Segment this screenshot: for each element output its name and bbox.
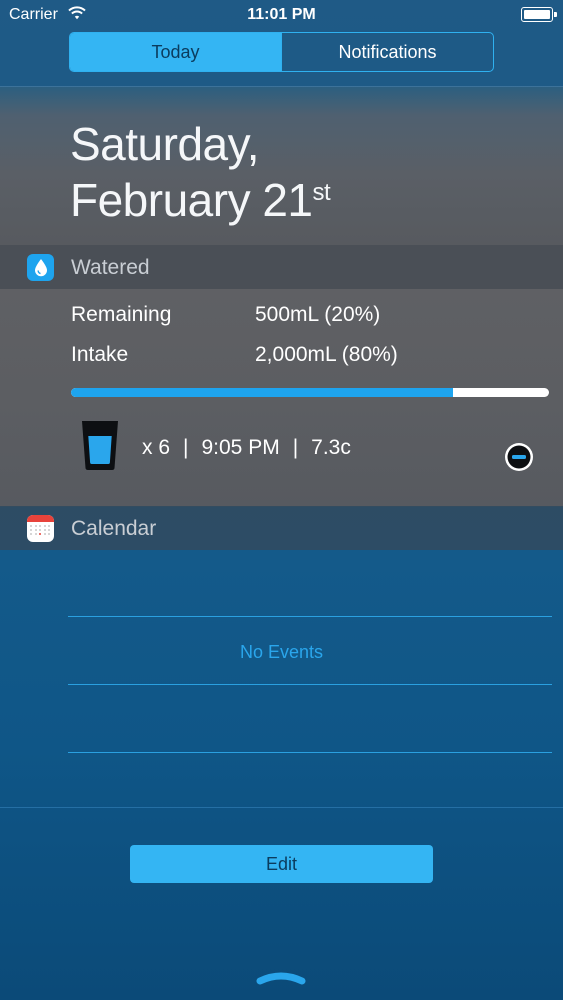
- intake-value: 2,000mL (80%): [255, 343, 398, 366]
- water-drop-icon: [27, 254, 54, 281]
- remaining-value: 500mL (20%): [255, 303, 381, 326]
- log-separator: |: [292, 436, 299, 459]
- watered-widget-title: Watered: [71, 256, 150, 279]
- drink-count: x 6: [142, 436, 171, 459]
- footer-divider: [0, 807, 563, 808]
- date-month-day-text: February 21: [70, 174, 313, 226]
- water-glass-icon: [80, 419, 120, 476]
- remove-drink-button[interactable]: [503, 441, 535, 473]
- minus-circle-icon: [505, 443, 533, 471]
- calendar-icon: [27, 515, 54, 542]
- intake-progress-bar: [71, 388, 549, 397]
- no-events-label: No Events: [239, 642, 324, 662]
- last-drink-log: x 6 | 9:05 PM | 7.3c: [142, 436, 351, 460]
- status-bar: Carrier 11:01 PM: [0, 0, 563, 30]
- watered-widget-header[interactable]: Watered: [0, 245, 563, 289]
- tab-notifications[interactable]: Notifications: [281, 33, 493, 71]
- date-ordinal-suffix: st: [312, 179, 331, 206]
- tab-today[interactable]: Today: [70, 33, 281, 71]
- edit-button[interactable]: Edit: [130, 845, 433, 883]
- intake-label: Intake: [71, 343, 129, 366]
- date-header: Saturday, February 21st: [0, 87, 563, 245]
- calendar-row-divider: [68, 752, 552, 753]
- calendar-widget-header[interactable]: Calendar: [0, 506, 563, 550]
- calendar-widget-title: Calendar: [71, 517, 157, 540]
- today-notifications-switch: Today Notifications: [69, 32, 494, 72]
- watered-widget-body[interactable]: Remaining 500mL (20%) Intake 2,000mL (80…: [0, 289, 563, 507]
- intake-progress-fill: [71, 388, 454, 397]
- pull-up-handle-icon[interactable]: [255, 968, 307, 993]
- battery-icon: [521, 7, 557, 22]
- temperature-value: 7.3c: [311, 436, 351, 459]
- date-weekday: Saturday,: [70, 118, 259, 170]
- log-separator: |: [183, 436, 189, 459]
- date-month-day: February 21st: [70, 173, 331, 227]
- calendar-row-divider: [68, 616, 552, 617]
- calendar-row-divider: [68, 684, 552, 685]
- last-drink-time: 9:05 PM: [201, 436, 280, 459]
- remaining-label: Remaining: [71, 303, 172, 326]
- status-time: 11:01 PM: [247, 6, 316, 23]
